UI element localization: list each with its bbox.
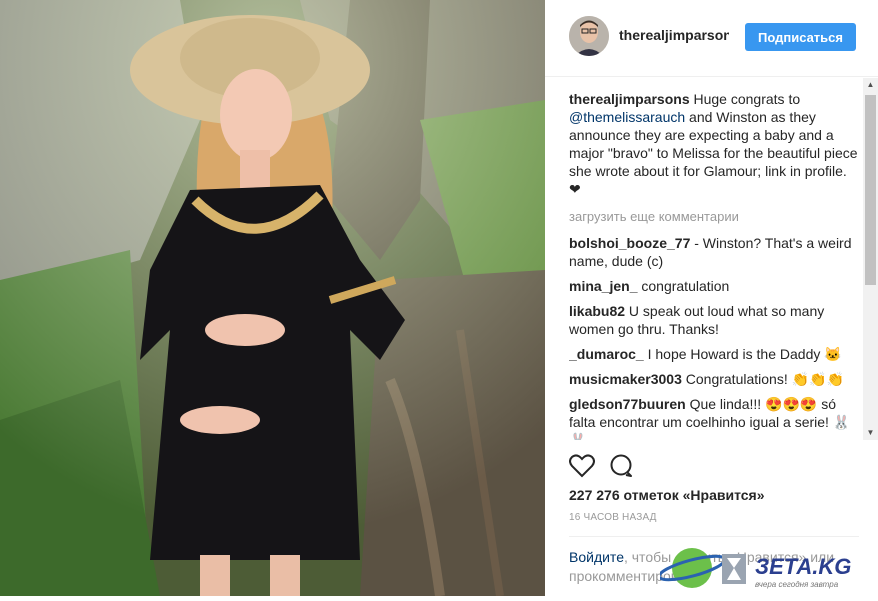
post-details-panel: therealjimparsons Подписаться therealjim… <box>545 0 878 596</box>
comments-scrollbar[interactable]: ▲ ▼ <box>863 78 878 440</box>
caption: therealjimparsons Huge congrats to @them… <box>569 90 859 198</box>
comment-author[interactable]: musicmaker3003 <box>569 371 682 387</box>
comments-list[interactable]: therealjimparsons Huge congrats to @them… <box>569 90 859 440</box>
comment-bubble-icon[interactable] <box>609 454 633 483</box>
heart-icon[interactable] <box>569 454 595 483</box>
load-more-comments-link[interactable]: загрузить еще комментарии <box>569 208 859 226</box>
scroll-down-arrow-icon[interactable]: ▼ <box>863 426 878 440</box>
follow-button[interactable]: Подписаться <box>745 23 856 51</box>
comment-author[interactable]: bolshoi_booze_77 <box>569 235 690 251</box>
watermark-brand: ЗЕТА.KG <box>755 554 852 579</box>
likes-count[interactable]: 227 276 отметок «Нравится» <box>569 487 765 503</box>
comment-item: likabu82 U speak out loud what so many w… <box>569 302 859 338</box>
comment-item: gledson77buuren Que linda!!! 😍😍😍 só falt… <box>569 395 859 440</box>
username-link[interactable]: therealjimparsons <box>619 27 729 43</box>
caption-mention[interactable]: @themelissarauch <box>569 109 685 125</box>
scroll-up-arrow-icon[interactable]: ▲ <box>863 78 878 92</box>
comment-text: I hope Howard is the Daddy 🐱 <box>643 346 842 362</box>
comment-item: mina_jen_ congratulation <box>569 277 859 295</box>
watermark-tagline: вчера сегодня завтра <box>755 580 839 589</box>
photo-illustration <box>0 0 545 596</box>
caption-text-before: Huge congrats to <box>689 91 801 107</box>
comment-author[interactable]: mina_jen_ <box>569 278 637 294</box>
comment-item: musicmaker3003 Congratulations! 👏👏👏 <box>569 370 859 388</box>
comment-author[interactable]: likabu82 <box>569 303 625 319</box>
login-link[interactable]: Войдите <box>569 549 624 565</box>
comment-text: Congratulations! 👏👏👏 <box>681 371 844 387</box>
post-header: therealjimparsons Подписаться <box>545 0 878 77</box>
post-actions <box>569 454 649 480</box>
globe-logo-icon <box>657 548 746 588</box>
comment-author[interactable]: _dumaroc_ <box>569 346 644 362</box>
avatar-image <box>569 16 609 56</box>
post-photo <box>0 0 545 596</box>
comment-item: bolshoi_booze_77 - Winston? That's a wei… <box>569 234 859 270</box>
comment-item: _dumaroc_ I hope Howard is the Daddy 🐱 <box>569 345 859 363</box>
avatar[interactable] <box>569 16 609 56</box>
post-timestamp: 16 ЧАСОВ НАЗАД <box>569 512 657 523</box>
watermark: ЗЕТА.KG вчера сегодня завтра <box>657 542 878 596</box>
caption-author[interactable]: therealjimparsons <box>569 91 690 107</box>
comment-author[interactable]: gledson77buuren <box>569 396 686 412</box>
divider <box>569 536 859 537</box>
scrollbar-thumb[interactable] <box>865 95 876 285</box>
comment-text: congratulation <box>637 278 730 294</box>
